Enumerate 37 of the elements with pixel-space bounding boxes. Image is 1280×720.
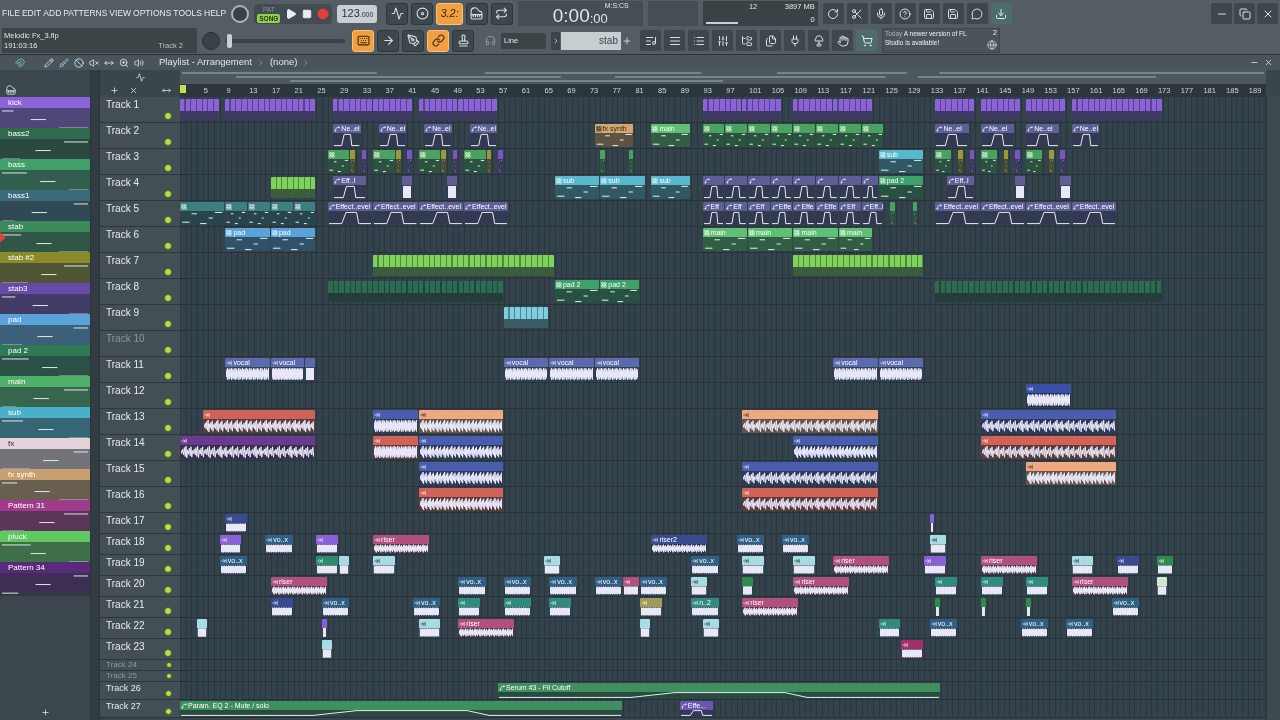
track-header[interactable]: Track 17 [100,513,180,534]
track-header[interactable]: Track 7 [100,253,180,279]
countdown-button[interactable]: 3.2: [436,2,463,25]
menu-item[interactable]: EDIT [21,7,42,20]
menu-item[interactable]: OPTIONS [133,7,172,20]
track-header[interactable]: Track 23 [100,639,180,660]
pattern-item[interactable]: Pattern 34 [0,562,90,593]
track-header[interactable]: Track 15 [100,461,180,487]
track-header[interactable]: Track 18 [100,534,180,555]
track-header[interactable]: Track 20 [100,576,180,597]
arrangement-name[interactable]: (none) [269,55,298,70]
track-header[interactable]: Track 1 [100,97,180,123]
track-header[interactable]: Track 9 [100,305,180,331]
track-header[interactable]: Track 27 [100,700,180,718]
menu-item[interactable]: TOOLS [173,7,203,20]
track-header[interactable]: Track 14 [100,435,180,461]
playlist-title: Playlist - Arrangement [159,55,252,70]
menu-item[interactable]: PATTERNS [63,7,108,20]
track-header[interactable]: Track 13 [100,409,180,435]
track-header[interactable]: Track 3 [100,149,180,175]
track-header[interactable]: Track 26 [100,682,180,700]
track-header[interactable]: Track 6 [100,227,180,253]
track-header[interactable]: Track 19 [100,555,180,576]
menu-item[interactable]: VIEW [109,7,132,20]
track-header[interactable]: Track 21 [100,597,180,618]
menu-item[interactable]: FILE [2,7,20,20]
track-header[interactable]: Track 22 [100,618,180,639]
menu-item[interactable]: HELP [204,7,227,20]
track-header[interactable]: Track 5 [100,201,180,227]
track-header[interactable]: Track 4 [100,175,180,201]
menu-item[interactable]: ADD [43,7,62,20]
track-header[interactable]: Track 12 [100,383,180,409]
track-header[interactable]: Track 11 [100,357,180,383]
pattern-selector[interactable]: stab [561,31,621,50]
track-header[interactable]: Track 8 [100,279,180,305]
track-header[interactable]: Track 2 [100,123,180,149]
track-header[interactable]: Track 16 [100,487,180,513]
